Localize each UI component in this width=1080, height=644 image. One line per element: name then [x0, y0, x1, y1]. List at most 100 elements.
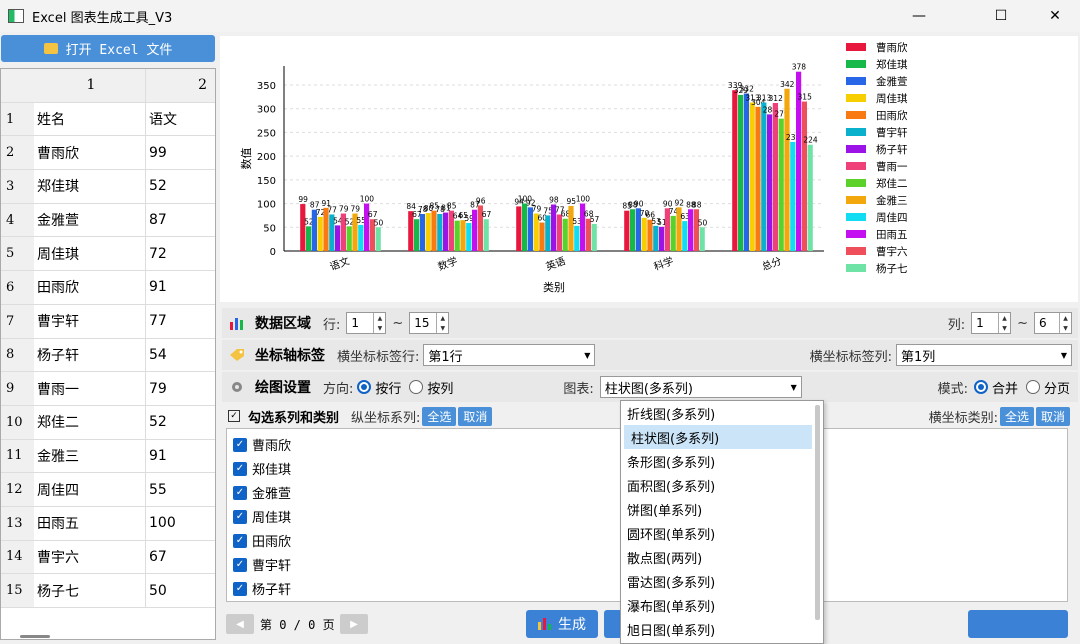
- table-row[interactable]: 7 曹宇轩 77: [1, 304, 215, 339]
- row-header[interactable]: 13: [1, 506, 34, 540]
- table-cell[interactable]: 曹宇六: [34, 540, 146, 574]
- by-row-radio[interactable]: 按行: [357, 378, 401, 397]
- series-checkbox[interactable]: ✓ 杨子轩: [233, 579, 291, 598]
- table-cell[interactable]: 99: [146, 136, 215, 169]
- x-label-row-select[interactable]: 第1行 ▼: [423, 344, 596, 366]
- table-row[interactable]: 13 田雨五 100: [1, 506, 215, 541]
- select-all-series-button[interactable]: 全选: [422, 406, 457, 426]
- column-header[interactable]: 1: [34, 69, 146, 102]
- row-to-spinbox[interactable]: 15 ▲ ▼: [409, 312, 450, 334]
- dropdown-option[interactable]: 圆环图(单系列): [621, 521, 823, 545]
- table-row[interactable]: 10 郑佳二 52: [1, 405, 215, 440]
- series-checkbox[interactable]: ✓ 曹雨欣: [233, 435, 291, 454]
- table-cell[interactable]: 100: [146, 507, 215, 540]
- split-radio[interactable]: 分页: [1025, 378, 1070, 397]
- dropdown-option[interactable]: 面积图(多系列): [621, 473, 823, 497]
- table-cell[interactable]: 周佳琪: [34, 237, 146, 271]
- dropdown-option[interactable]: 旭日图(单系列): [621, 617, 823, 641]
- checkbox-icon[interactable]: ✓: [228, 410, 240, 422]
- series-checkbox[interactable]: ✓ 郑佳琪: [233, 459, 291, 478]
- dropdown-option[interactable]: 柱状图(多系列): [624, 425, 812, 449]
- open-excel-button[interactable]: 打开 Excel 文件: [1, 35, 215, 62]
- chart-type-select[interactable]: 柱状图(多系列) ▼: [599, 376, 802, 398]
- cancel-category-button[interactable]: 取消: [1035, 406, 1070, 426]
- row-header[interactable]: 4: [1, 203, 34, 237]
- checkbox-checked-icon[interactable]: ✓: [233, 485, 247, 500]
- table-row[interactable]: 12 周佳四 55: [1, 473, 215, 507]
- row-header[interactable]: 2: [1, 136, 34, 170]
- table-cell[interactable]: 91: [146, 271, 215, 304]
- table-cell[interactable]: 87: [146, 204, 215, 237]
- row-header[interactable]: 10: [1, 405, 34, 439]
- dropdown-scrollbar[interactable]: [815, 405, 820, 620]
- row-header[interactable]: 11: [1, 439, 34, 473]
- row-header[interactable]: 8: [1, 338, 34, 372]
- table-cell[interactable]: 姓名: [34, 102, 146, 136]
- series-checkbox[interactable]: ✓ 曹宇轩: [233, 555, 291, 574]
- row-from-spinbox[interactable]: 1 ▲ ▼: [346, 312, 387, 334]
- dropdown-option[interactable]: 瀑布图(单系列): [621, 593, 823, 617]
- table-cell[interactable]: 周佳四: [34, 473, 146, 506]
- table-row[interactable]: 9 曹雨一 79: [1, 372, 215, 406]
- chart-type-dropdown[interactable]: 折线图(多系列) 柱状图(多系列) 条形图(多系列) 面积图(多系列) 饼图(单系列) 圆…: [620, 400, 824, 644]
- row-header[interactable]: 7: [1, 304, 34, 338]
- row-header[interactable]: 9: [1, 372, 34, 405]
- merge-radio[interactable]: 合并: [973, 378, 1018, 397]
- table-row[interactable]: 8 杨子轩 54: [1, 338, 215, 373]
- by-col-radio[interactable]: 按列: [409, 378, 453, 397]
- row-header[interactable]: 3: [1, 170, 34, 203]
- checkbox-checked-icon[interactable]: ✓: [233, 557, 247, 572]
- row-header[interactable]: 5: [1, 237, 34, 271]
- series-checkbox[interactable]: ✓ 田雨欣: [233, 531, 291, 550]
- table-cell[interactable]: 田雨五: [34, 506, 146, 540]
- generate-button[interactable]: 生成: [526, 610, 598, 638]
- minimize-button[interactable]: —: [896, 0, 942, 32]
- series-checkbox[interactable]: ✓ 周佳琪: [233, 507, 291, 526]
- action-button-right[interactable]: [968, 610, 1068, 638]
- table-row[interactable]: 1 姓名 语文: [1, 102, 215, 137]
- table-row[interactable]: 5 周佳琪 72: [1, 237, 215, 272]
- col-from-spinbox[interactable]: 1 ▲ ▼: [971, 312, 1012, 334]
- table-cell[interactable]: 曹雨欣: [34, 136, 146, 170]
- row-header[interactable]: 1: [1, 102, 34, 136]
- spin-arrows-icon[interactable]: ▲ ▼: [1059, 313, 1071, 333]
- table-row[interactable]: 15 杨子七 50: [1, 574, 215, 608]
- horizontal-scrollbar[interactable]: [20, 635, 50, 638]
- select-all-category-button[interactable]: 全选: [999, 406, 1034, 426]
- column-header[interactable]: 2: [146, 69, 215, 102]
- maximize-button[interactable]: ☐: [978, 0, 1024, 32]
- table-cell[interactable]: 郑佳二: [34, 405, 146, 439]
- prev-page-button[interactable]: ◀: [226, 614, 254, 634]
- dropdown-option[interactable]: 雷达图(多系列): [621, 569, 823, 593]
- col-to-spinbox[interactable]: 6 ▲ ▼: [1034, 312, 1072, 334]
- checkbox-checked-icon[interactable]: ✓: [233, 461, 247, 476]
- table-cell[interactable]: 金雅萱: [34, 203, 146, 237]
- x-label-col-select[interactable]: 第1列 ▼: [896, 344, 1072, 366]
- table-cell[interactable]: 50: [146, 574, 215, 607]
- spin-arrows-icon[interactable]: ▲ ▼: [436, 313, 448, 333]
- table-cell[interactable]: 67: [146, 541, 215, 574]
- checkbox-checked-icon[interactable]: ✓: [233, 581, 247, 596]
- table-cell[interactable]: 杨子轩: [34, 338, 146, 372]
- dropdown-option[interactable]: 条形图(多系列): [621, 449, 823, 473]
- row-header[interactable]: 6: [1, 271, 34, 304]
- table-cell[interactable]: 杨子七: [34, 574, 146, 607]
- table-cell[interactable]: 曹雨一: [34, 372, 146, 405]
- table-cell[interactable]: 54: [146, 339, 215, 372]
- row-header[interactable]: 12: [1, 473, 34, 506]
- dropdown-option[interactable]: 饼图(单系列): [621, 497, 823, 521]
- table-cell[interactable]: 52: [146, 406, 215, 439]
- table-cell[interactable]: 曹宇轩: [34, 304, 146, 338]
- table-cell[interactable]: 91: [146, 440, 215, 473]
- series-checkbox[interactable]: ✓ 金雅萱: [233, 483, 291, 502]
- table-row[interactable]: 6 田雨欣 91: [1, 271, 215, 305]
- table-cell[interactable]: 72: [146, 237, 215, 270]
- spin-arrows-icon[interactable]: ▲ ▼: [998, 313, 1010, 333]
- checkbox-checked-icon[interactable]: ✓: [233, 533, 247, 548]
- close-button[interactable]: ✕: [1032, 0, 1078, 32]
- table-cell[interactable]: 金雅三: [34, 439, 146, 473]
- table-cell[interactable]: 79: [146, 372, 215, 405]
- cancel-series-button[interactable]: 取消: [458, 406, 493, 426]
- row-header[interactable]: 15: [1, 574, 34, 607]
- row-header[interactable]: 14: [1, 540, 34, 574]
